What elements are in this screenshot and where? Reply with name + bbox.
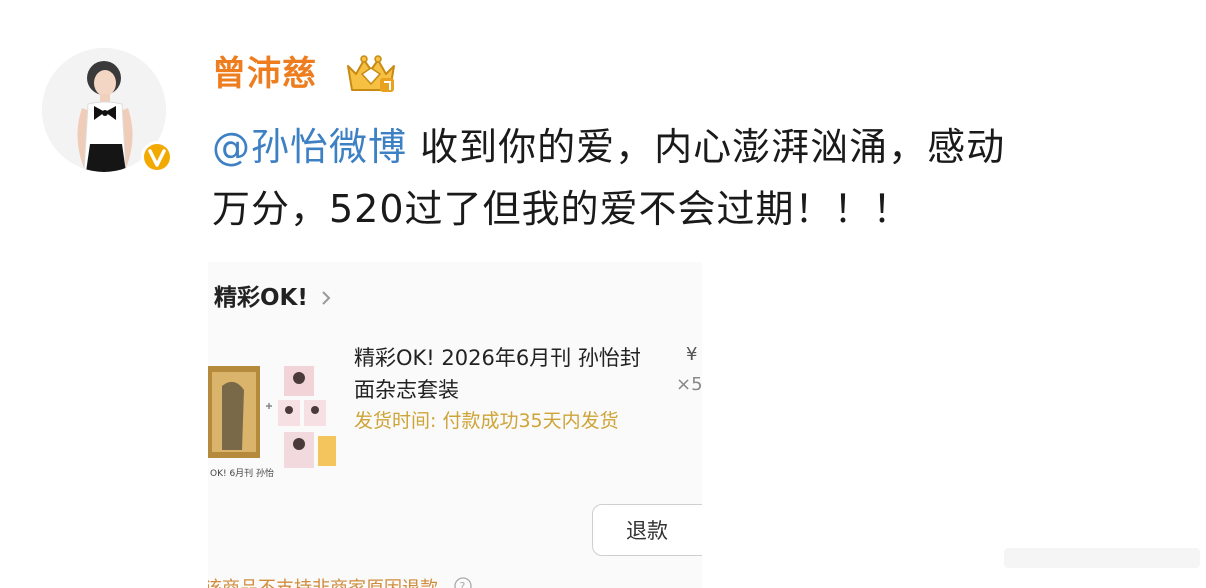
watermark [1004, 540, 1200, 576]
product-title[interactable]: 精彩OK! 2026年6月刊 孙怡封面杂志套装 [354, 342, 654, 406]
quantity: ×5 [676, 374, 702, 395]
svg-text:OK! 6月刊 孙怡: OK! 6月刊 孙怡 [210, 467, 274, 479]
ship-time: 发货时间: 付款成功35天内发货 [354, 410, 619, 432]
chevron-right-icon[interactable] [320, 289, 332, 307]
post-text-line1: 收到你的爱，内心澎湃汹涌，感动 [407, 125, 1006, 169]
avatar-container[interactable] [42, 48, 174, 176]
refund-button[interactable]: 退款 [592, 504, 702, 556]
shop-name[interactable]: 精彩OK! [214, 282, 308, 314]
refund-notice: 该商品不支持非商家原因退款 [208, 574, 438, 588]
post-text-line2: 万分，520过了但我的爱不会过期！！！ [212, 187, 912, 231]
mention-link[interactable]: @孙怡微博 [212, 125, 407, 169]
order-card: 精彩OK! OK! 6月刊 孙怡 精彩OK! 2026年6月刊 孙怡封面杂志套装… [208, 262, 702, 588]
question-circle-icon[interactable]: ? [454, 577, 472, 588]
crown-level-badge-icon[interactable] [342, 52, 400, 96]
price: ¥ [686, 344, 698, 365]
svg-text:?: ? [460, 580, 466, 588]
username[interactable]: 曾沛慈 [212, 50, 317, 98]
product-image[interactable]: OK! 6月刊 孙怡 [208, 366, 336, 484]
verified-v-icon [140, 140, 174, 174]
post-text: @孙怡微博 收到你的爱，内心澎湃汹涌，感动 万分，520过了但我的爱不会过期！！… [212, 116, 1172, 240]
